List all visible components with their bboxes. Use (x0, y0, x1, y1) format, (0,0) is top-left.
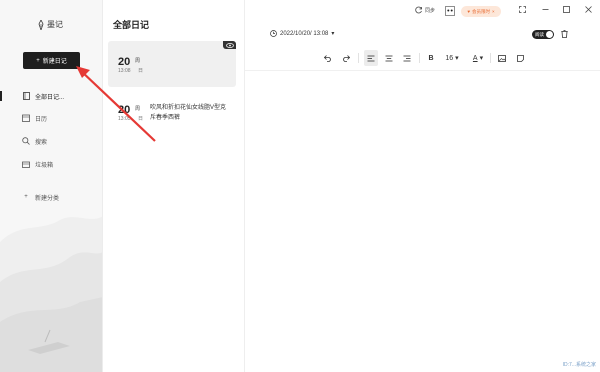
caret-down-icon: ▾ (331, 31, 335, 37)
redo-button[interactable] (340, 50, 352, 66)
search-icon (22, 137, 30, 145)
diary-card[interactable]: 20 周 13:08 日 (108, 41, 236, 87)
align-left-icon (367, 55, 375, 61)
bold-icon: B (428, 54, 434, 62)
toolbar-divider (419, 53, 420, 63)
datetime-value: 2022/10/20/ 13:08 (280, 30, 329, 37)
card-weather: 日 (138, 68, 144, 74)
sidebar-item-label: 垃圾箱 (35, 162, 54, 169)
close-window-button[interactable] (585, 6, 592, 13)
calendar-icon (22, 114, 30, 122)
editor-pane: 同步 ♥ 会员限时 × 2022/10/20/ 13:08 ▾ 阅读 B 16 … (245, 0, 600, 372)
card-weekday: 周 (135, 106, 141, 112)
sync-label: 同步 (425, 7, 436, 14)
sidebar-item-search[interactable]: 搜索 (0, 134, 102, 148)
toolbar-divider (358, 53, 359, 63)
image-icon (498, 54, 506, 62)
toggle-knob (546, 31, 553, 38)
sidebar-item-all-diaries[interactable]: 全部日记... (0, 89, 102, 103)
close-icon: × (492, 9, 495, 14)
align-right-button[interactable] (401, 50, 413, 66)
card-weekday: 周 (135, 58, 141, 64)
close-icon (585, 6, 592, 13)
heart-icon: ♥ (467, 9, 471, 14)
card-snippet: 吹风和折扣花仙女线脂V型克斥春季西裤 (150, 105, 227, 121)
eye-icon[interactable] (223, 41, 236, 49)
align-center-button[interactable] (383, 50, 395, 66)
toolbar-divider (490, 53, 491, 63)
panda-avatar-icon (445, 6, 455, 16)
card-day: 20 (118, 56, 131, 68)
sticky-note-button[interactable] (514, 50, 526, 66)
pen-icon (38, 19, 44, 30)
format-toolbar: B 16 ▾ A ▾ (245, 50, 600, 66)
redo-icon (343, 54, 350, 62)
sidebar-item-calendar[interactable]: 日历 (0, 111, 102, 125)
vip-badge[interactable]: ♥ 会员限时 × (461, 6, 501, 17)
watermark: ID:7...系统之家 (562, 362, 596, 368)
sidebar: 墨记 + 新建日记 全部日记... 日历 搜索 垃圾箱 + 新建分类 (0, 0, 103, 372)
plus-icon: + (36, 57, 40, 64)
text-color-icon: A (472, 54, 478, 62)
card-day: 20 (118, 104, 131, 116)
read-label: 阅读 (535, 31, 544, 37)
delete-button[interactable] (561, 30, 568, 40)
text-color-button[interactable]: A ▾ (470, 50, 486, 66)
insert-image-button[interactable] (496, 50, 508, 66)
plus-icon: + (24, 194, 28, 200)
undo-button[interactable] (322, 50, 334, 66)
card-time: 13:05 (118, 116, 131, 122)
sidebar-item-label: 搜索 (35, 139, 48, 146)
date-picker[interactable]: 2022/10/20/ 13:08 ▾ (270, 30, 334, 37)
minimize-icon (542, 9, 549, 10)
active-marker (0, 91, 2, 101)
trash-icon (22, 160, 30, 168)
sync-icon (415, 6, 422, 14)
caret-down-icon: ▾ (479, 55, 484, 62)
list-title: 全部日记 (113, 20, 150, 30)
fullscreen-button[interactable] (519, 6, 526, 13)
new-category-label: 新建分类 (35, 195, 60, 202)
read-mode-toggle[interactable]: 阅读 (532, 30, 554, 39)
caret-down-icon: ▾ (455, 55, 459, 62)
undo-icon (324, 54, 331, 62)
avatar[interactable] (445, 6, 455, 16)
mountain-illustration (0, 216, 102, 372)
app-name: 墨记 (47, 20, 63, 29)
align-center-icon (385, 55, 393, 61)
toolbar-divider-line (245, 70, 600, 71)
diary-card[interactable]: 20 周 13:05 日 吹风和折扣花仙女线脂V型克斥春季西裤 (108, 89, 236, 135)
sidebar-item-label: 日历 (35, 116, 48, 123)
book-icon (22, 92, 30, 100)
maximize-button[interactable] (563, 6, 570, 13)
new-diary-button[interactable]: + 新建日记 (23, 52, 80, 69)
font-size-value: 16 (445, 54, 454, 62)
font-size-select[interactable]: 16 ▾ (442, 50, 462, 66)
align-right-icon (403, 55, 411, 61)
vip-label: 会员限时 (472, 8, 491, 14)
clock-icon (270, 30, 277, 37)
card-weather: 日 (138, 116, 144, 122)
maximize-icon (563, 6, 570, 13)
card-time: 13:08 (118, 68, 131, 74)
sidebar-item-label: 全部日记... (35, 94, 65, 101)
new-diary-label: 新建日记 (42, 59, 67, 65)
sidebar-item-trash[interactable]: 垃圾箱 (0, 157, 102, 171)
sync-button[interactable]: 同步 (415, 6, 435, 14)
minimize-button[interactable] (542, 6, 549, 13)
trash-icon (561, 30, 568, 38)
app-logo: 墨记 (38, 19, 63, 30)
fullscreen-icon (519, 6, 526, 13)
note-icon (516, 54, 524, 62)
bold-button[interactable]: B (426, 50, 436, 66)
align-left-button[interactable] (364, 50, 378, 66)
note-list: 全部日记 20 周 13:08 日 20 周 13:05 日 吹风和折扣花仙女线… (103, 0, 245, 372)
